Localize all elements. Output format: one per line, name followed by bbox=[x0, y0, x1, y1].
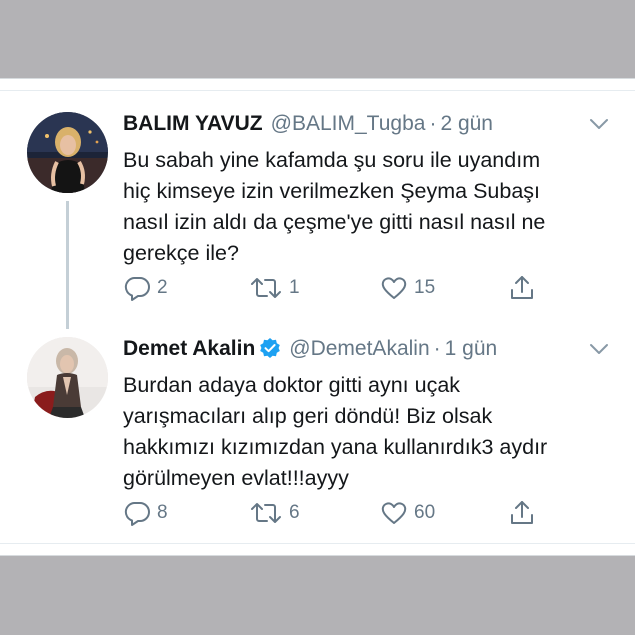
tweet-text: Burdan adaya doktor gitti aynı uçak yarı… bbox=[123, 373, 548, 490]
avatar[interactable] bbox=[27, 112, 108, 193]
avatar[interactable] bbox=[27, 337, 108, 418]
share-icon bbox=[508, 499, 536, 527]
avatar-image bbox=[27, 112, 108, 193]
heart-icon bbox=[380, 499, 408, 527]
share-icon bbox=[508, 274, 536, 302]
user-handle[interactable]: @DemetAkalin bbox=[289, 337, 429, 360]
reply-count: 8 bbox=[157, 502, 168, 523]
retweet-count: 6 bbox=[289, 502, 300, 523]
tweet-header: BALIM YAVUZ @BALIM_Tugba · 2 gün bbox=[123, 111, 493, 137]
separator-dot: · bbox=[433, 337, 441, 360]
chevron-down-icon[interactable] bbox=[589, 341, 609, 357]
like-count: 15 bbox=[414, 277, 436, 298]
retweet-icon bbox=[249, 274, 283, 302]
heart-icon bbox=[380, 274, 408, 302]
share-button[interactable] bbox=[508, 274, 536, 302]
retweet-button[interactable]: 1 bbox=[249, 274, 300, 302]
retweet-icon bbox=[249, 499, 283, 527]
reply-button[interactable]: 2 bbox=[123, 274, 168, 302]
chevron-down-icon[interactable] bbox=[589, 116, 609, 132]
avatar-image bbox=[27, 337, 108, 418]
tweet-text: Bu sabah yine kafamda şu soru ile uyandı… bbox=[123, 148, 546, 265]
reply-icon bbox=[123, 274, 151, 302]
like-count: 60 bbox=[414, 502, 436, 523]
reply-button[interactable]: 8 bbox=[123, 499, 168, 527]
thread-connector-line bbox=[66, 201, 69, 329]
like-button[interactable]: 60 bbox=[380, 499, 435, 527]
retweet-count: 1 bbox=[289, 277, 300, 298]
reply-count: 2 bbox=[157, 277, 168, 298]
user-handle[interactable]: @BALIM_Tugba bbox=[271, 112, 426, 135]
tweet-header: Demet Akalin @DemetAkalin · 1 gün bbox=[123, 336, 497, 362]
separator-dot: · bbox=[429, 112, 437, 135]
retweet-button[interactable]: 6 bbox=[249, 499, 300, 527]
share-button[interactable] bbox=[508, 499, 536, 527]
timestamp[interactable]: 2 gün bbox=[440, 112, 493, 135]
like-button[interactable]: 15 bbox=[380, 274, 435, 302]
display-name[interactable]: BALIM YAVUZ bbox=[123, 112, 263, 135]
verified-badge-icon bbox=[259, 337, 281, 359]
reply-icon bbox=[123, 499, 151, 527]
display-name[interactable]: Demet Akalin bbox=[123, 337, 255, 360]
timestamp[interactable]: 1 gün bbox=[445, 337, 498, 360]
